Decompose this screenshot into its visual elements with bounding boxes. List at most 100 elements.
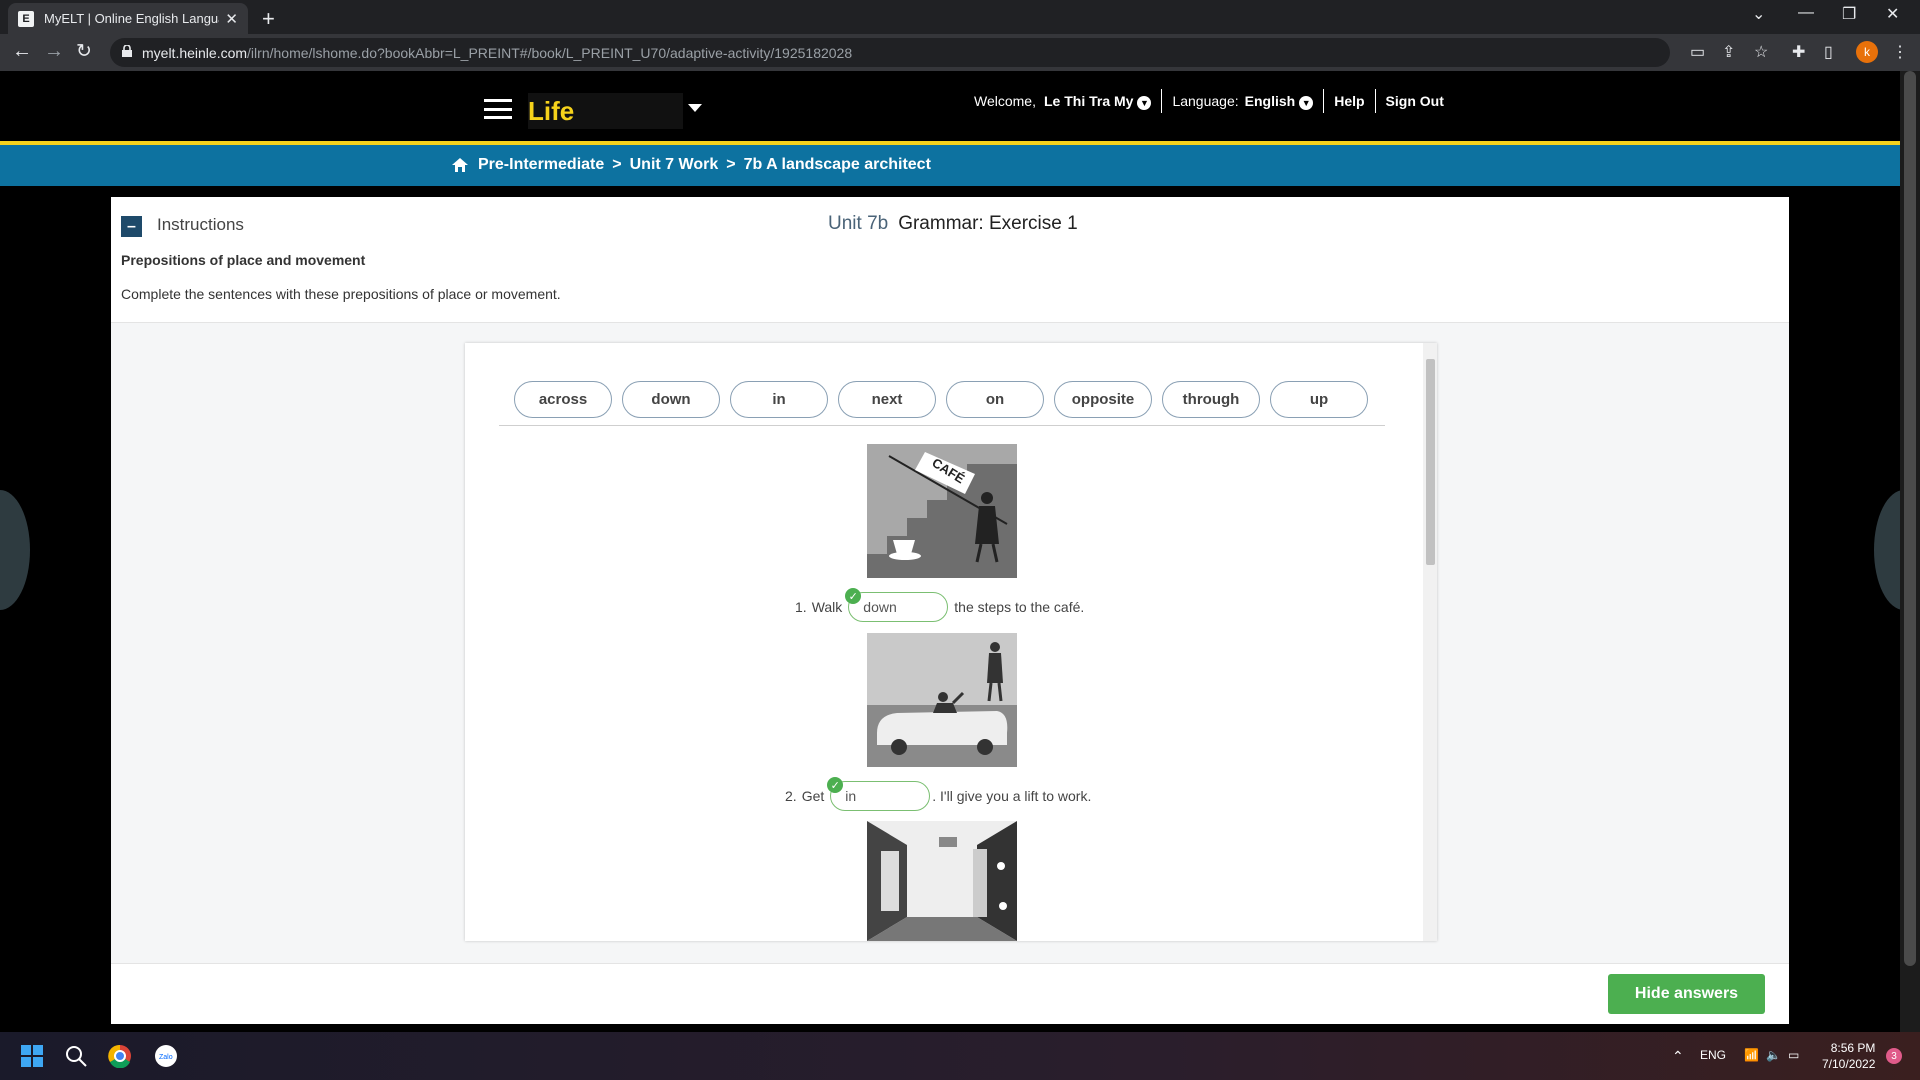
volume-icon[interactable]: 🔈	[1766, 1048, 1781, 1062]
word-chip[interactable]: next	[838, 381, 936, 418]
chrome-icon[interactable]	[108, 1044, 132, 1068]
user-nav: Welcome, Le Thi Tra My ▼ Language: Englis…	[974, 89, 1444, 113]
collapse-instructions-button[interactable]: –	[121, 216, 142, 237]
input-language[interactable]: ENG	[1700, 1048, 1726, 1062]
address-bar[interactable]: myelt.heinle.com/ilrn/home/lshome.do?boo…	[110, 38, 1670, 67]
answer-field[interactable]: ✓ down	[845, 588, 949, 622]
word-chip[interactable]: down	[622, 381, 720, 418]
close-window-icon[interactable]: ✕	[1886, 4, 1899, 24]
clock-date: 7/10/2022	[1822, 1057, 1876, 1071]
sentence-item: 1. Walk ✓ down the steps to the café.	[795, 588, 1085, 622]
help-link[interactable]: Help	[1334, 93, 1364, 109]
divider	[1161, 89, 1163, 113]
site-favicon-icon: E	[18, 10, 34, 27]
minimize-icon[interactable]: —	[1798, 4, 1814, 22]
divider	[1323, 89, 1325, 113]
extensions-icon[interactable]: ✚	[1792, 42, 1805, 62]
welcome-label: Welcome,	[974, 93, 1036, 109]
scrollbar-thumb[interactable]	[1904, 71, 1916, 966]
item-after-text: . I'll give you a lift to work.	[932, 788, 1092, 804]
system-clock[interactable]: 8:56 PM 7/10/2022	[1822, 1040, 1875, 1072]
activity-content: – Instructions Unit 7b Grammar: Exercise …	[111, 197, 1789, 1024]
exercise-subtitle: Prepositions of place and movement	[121, 252, 366, 268]
chevron-down-icon: ▼	[1137, 95, 1152, 110]
page-scrollbar[interactable]	[1900, 71, 1920, 1077]
divider	[1374, 89, 1376, 113]
new-tab-icon[interactable]: +	[262, 6, 275, 32]
battery-icon[interactable]: ▭	[1788, 1048, 1799, 1062]
course-logo[interactable]: Life	[528, 93, 683, 129]
unit-label: Unit 7b	[828, 213, 889, 234]
exercise-panel: across down in next on opposite through …	[465, 343, 1437, 941]
reload-icon[interactable]: ↻	[76, 40, 92, 63]
svg-text:Zalo: Zalo	[159, 1054, 173, 1061]
cast-icon[interactable]: ▭	[1690, 42, 1705, 62]
restore-icon[interactable]: ❐	[1842, 4, 1856, 24]
profile-avatar[interactable]: k	[1856, 41, 1878, 63]
answer-value: down	[863, 599, 897, 615]
word-chip[interactable]: through	[1162, 381, 1260, 418]
windows-start-icon[interactable]	[20, 1044, 44, 1068]
share-icon[interactable]: ⇪	[1722, 42, 1735, 62]
back-icon[interactable]: ←	[12, 40, 32, 63]
breadcrumb-separator: >	[612, 156, 622, 173]
breadcrumb-level[interactable]: Pre-Intermediate	[478, 156, 604, 174]
activity-footer: Hide answers	[111, 963, 1789, 1024]
answer-field[interactable]: ✓ in	[827, 777, 931, 811]
item-before-text: Get	[801, 788, 825, 804]
search-icon[interactable]	[64, 1044, 88, 1068]
close-tab-icon[interactable]: ✕	[225, 10, 238, 28]
language-label: Language:	[1172, 93, 1239, 109]
car-illustration	[867, 633, 1017, 767]
url-path: /ilrn/home/lshome.do?bookAbbr=L_PREINT#/…	[247, 44, 853, 61]
site-header: Life Welcome, Le Thi Tra My ▼ Language: E…	[0, 71, 1900, 141]
item-after-text: the steps to the café.	[954, 599, 1085, 615]
previous-activity-arrow[interactable]	[0, 490, 30, 610]
chevron-down-icon: ▼	[1299, 95, 1314, 110]
page-title: Unit 7b Grammar: Exercise 1	[828, 213, 1078, 235]
browser-tab[interactable]: E MyELT | Online English Language ✕	[8, 3, 248, 34]
correct-check-icon: ✓	[845, 588, 862, 604]
notification-badge[interactable]: 3	[1886, 1048, 1902, 1064]
scrollbar-thumb[interactable]	[1426, 359, 1435, 565]
course-dropdown-caret-icon[interactable]	[688, 104, 702, 112]
word-chip[interactable]: up	[1270, 381, 1368, 418]
user-name: Le Thi Tra My	[1043, 92, 1134, 109]
wifi-icon[interactable]: 📶	[1744, 1048, 1759, 1062]
correct-check-icon: ✓	[827, 777, 844, 793]
lock-icon	[122, 45, 132, 57]
exercise-scrollbar[interactable]	[1423, 343, 1437, 941]
home-icon[interactable]	[452, 158, 468, 172]
hide-answers-button[interactable]: Hide answers	[1608, 974, 1765, 1014]
breadcrumb-lesson[interactable]: 7b A landscape architect	[744, 156, 931, 174]
word-chip[interactable]: opposite	[1054, 381, 1152, 418]
bookmark-star-icon[interactable]: ☆	[1754, 42, 1768, 62]
tray-chevron-up-icon[interactable]: ⌃	[1672, 1048, 1684, 1065]
sign-out-link[interactable]: Sign Out	[1386, 93, 1444, 109]
tab-search-icon[interactable]: ⌄	[1752, 4, 1765, 24]
tab-title: MyELT | Online English Language	[44, 11, 219, 26]
forward-icon[interactable]: →	[44, 40, 64, 63]
word-chip[interactable]: in	[730, 381, 828, 418]
word-chip[interactable]: on	[946, 381, 1044, 418]
instructions-label: Instructions	[157, 215, 244, 234]
menu-kebab-icon[interactable]: ⋮	[1892, 42, 1908, 62]
user-menu[interactable]: Le Thi Tra My ▼	[1043, 92, 1152, 110]
language-value: English	[1244, 92, 1296, 109]
breadcrumb-separator: >	[726, 156, 736, 173]
side-panel-icon[interactable]: ▯	[1824, 42, 1833, 62]
exercise-title: Grammar: Exercise 1	[898, 213, 1078, 234]
zalo-icon[interactable]: Zalo	[154, 1044, 178, 1068]
word-chip[interactable]: across	[514, 381, 612, 418]
instructions-panel: – Instructions Unit 7b Grammar: Exercise …	[111, 197, 1789, 323]
browser-tabbar: E MyELT | Online English Language ✕ + ⌄ …	[0, 0, 1920, 34]
sentence-item: 2. Get ✓ in . I'll give you a lift to wo…	[785, 777, 1092, 811]
breadcrumb-unit[interactable]: Unit 7 Work	[630, 156, 719, 174]
breadcrumb: Pre-Intermediate > Unit 7 Work > 7b A la…	[0, 145, 1900, 186]
language-select[interactable]: English ▼	[1245, 93, 1314, 110]
item-before-text: Walk	[811, 599, 843, 615]
clock-time: 8:56 PM	[1830, 1041, 1876, 1055]
hamburger-menu-icon[interactable]	[484, 99, 512, 119]
cafe-steps-illustration: CAFÉ	[867, 444, 1017, 578]
url-host: myelt.heinle.com	[142, 44, 248, 61]
